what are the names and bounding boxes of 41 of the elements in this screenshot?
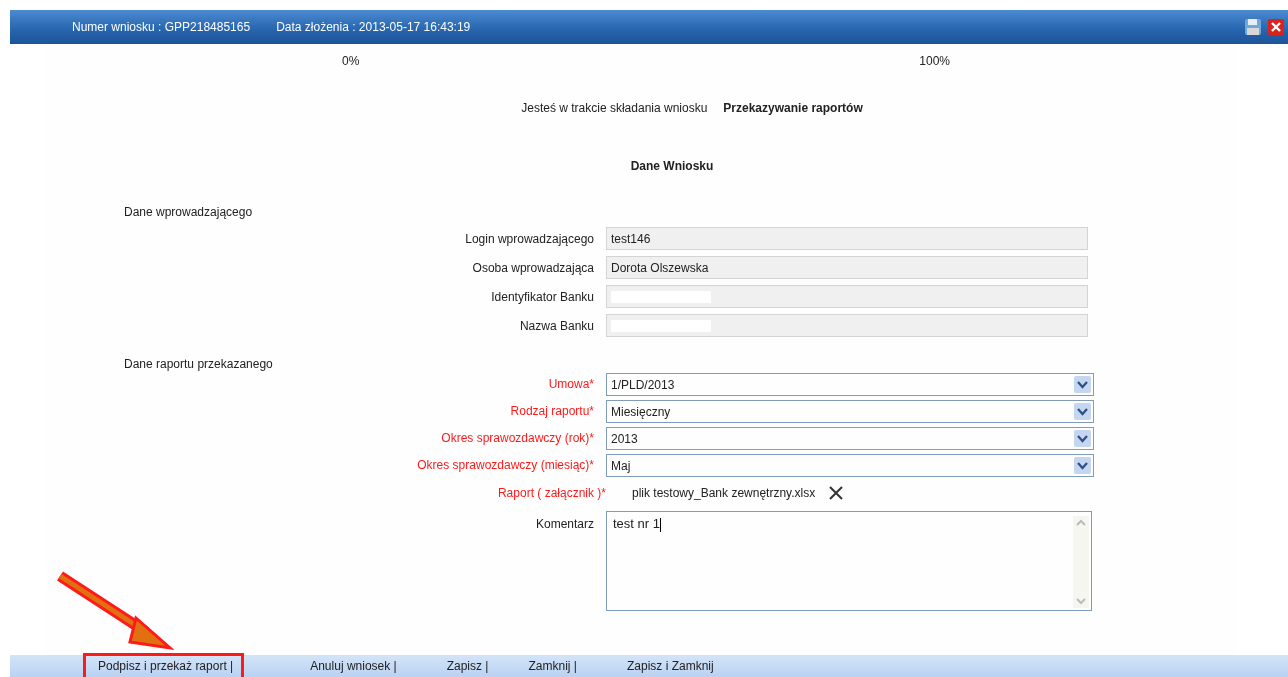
field-label: Komentarz (534, 516, 594, 531)
caret-icon[interactable] (1074, 457, 1091, 474)
header-value: GPP218485165 (164, 20, 251, 34)
progress-start-label: 0% (342, 54, 360, 70)
close-icon[interactable] (1268, 19, 1284, 35)
header-value: 2013-05-17 16:43:19 (358, 20, 471, 34)
field-label: Osoba wprowadzająca (471, 260, 594, 275)
dropdown-field[interactable]: 2013 (606, 427, 1094, 450)
remove-icon[interactable] (829, 486, 844, 500)
field-label: Rodzaj raportu* (509, 403, 594, 418)
readonly-field: test146 (606, 227, 1088, 250)
action-link[interactable]: Zapisz i Zamknij (626, 659, 714, 673)
section-heading: Dane wprowadzającego (123, 205, 254, 221)
field-label: Okres sprawozdawczy (miesiąc)* (416, 457, 594, 472)
readonly-field: Dorota Olszewska (606, 256, 1088, 279)
field-label: Okres sprawozdawczy (rok)* (440, 430, 594, 445)
save-icon[interactable] (1244, 18, 1262, 36)
status-text: Jesteś w trakcie składania wniosku (521, 101, 708, 117)
dropdown-field[interactable]: Maj (606, 454, 1094, 477)
form-title: Dane Wniosku (629, 159, 715, 175)
field-label: Login wprowadzającego (464, 231, 594, 246)
caret-icon[interactable] (1074, 403, 1091, 420)
section-heading: Dane raportu przekazanego (123, 357, 274, 373)
header-label: Numer wniosku : (72, 20, 162, 34)
header-label: Data złożenia : (276, 20, 356, 34)
current-step: Przekazywanie raportów (723, 101, 863, 141)
field-label: Umowa* (547, 376, 594, 391)
attached-file-name: plik testowy_Bank zewnętrzny.xlsx (632, 486, 816, 500)
action-link[interactable]: Zamknij | (528, 659, 577, 673)
field-label: Nazwa Banku (518, 318, 594, 333)
caret-icon[interactable] (1074, 430, 1091, 447)
action-link[interactable]: Anuluj wniosek | (310, 659, 397, 673)
dropdown-field[interactable]: Miesięczny (606, 400, 1094, 423)
field-label: Identyfikator Banku (490, 289, 594, 304)
field-label: Raport ( załącznik )* (496, 486, 606, 500)
action-link[interactable]: Zapisz | (446, 659, 489, 673)
progress-end-label: 100% (919, 54, 951, 70)
dropdown-field[interactable]: 1/PLD/2013 (606, 373, 1094, 396)
caret-icon[interactable] (1074, 376, 1091, 393)
comment-field[interactable]: test nr 1 (606, 511, 1092, 611)
action-link[interactable]: Podpisz i przekaż raport | (83, 652, 245, 677)
